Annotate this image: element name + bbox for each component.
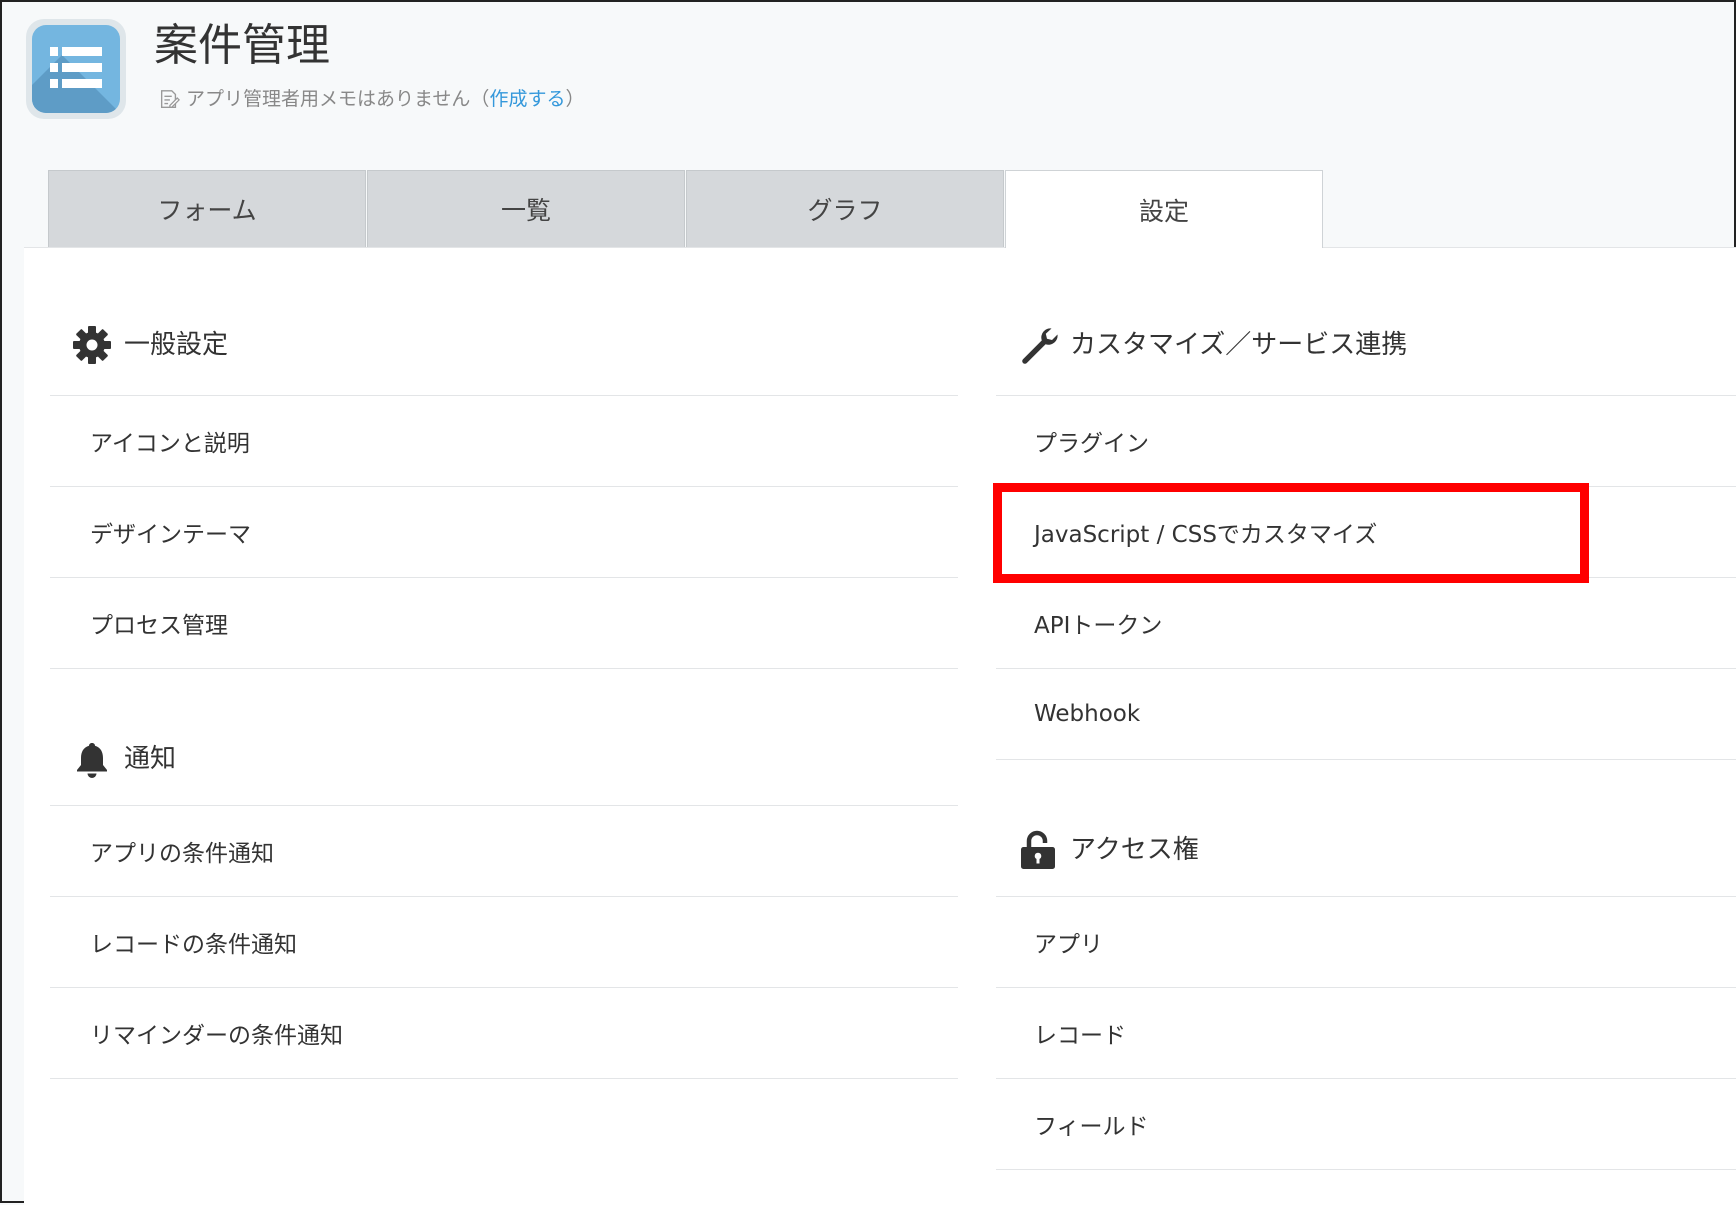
section-customize-integration: カスタマイズ／サービス連携 [996, 248, 1736, 396]
section-title: 一般設定 [124, 330, 229, 360]
settings-item-app-notifications[interactable]: アプリの条件通知 [50, 806, 958, 897]
settings-item-reminder-notifications[interactable]: リマインダーの条件通知 [50, 988, 958, 1079]
settings-item-access-field[interactable]: フィールド [996, 1079, 1736, 1170]
app-tabs: フォーム 一覧 グラフ 設定 [48, 170, 1324, 248]
memo-text: アプリ管理者用メモはありません（ [186, 88, 490, 110]
settings-item-record-notifications[interactable]: レコードの条件通知 [50, 897, 958, 988]
app-header: 案件管理 アプリ管理者用メモはありません（ 作成する ） [2, 2, 1734, 162]
edit-note-icon [160, 90, 180, 108]
settings-item-process-management[interactable]: プロセス管理 [50, 578, 958, 669]
section-general-settings: 一般設定 [50, 248, 958, 396]
tab-form[interactable]: フォーム [48, 170, 366, 247]
section-notifications: 通知 [50, 669, 958, 806]
section-title: 通知 [124, 744, 177, 774]
settings-item-icon-description[interactable]: アイコンと説明 [50, 396, 958, 487]
bell-icon [77, 743, 107, 778]
section-title: アクセス権 [1070, 835, 1199, 865]
settings-panel: 一般設定 アイコンと説明 デザインテーマ プロセス管理 通知 アプリの条件通知 … [24, 247, 1736, 1205]
settings-left-column: 一般設定 アイコンと説明 デザインテーマ プロセス管理 通知 アプリの条件通知 … [50, 248, 958, 1079]
settings-item-access-record[interactable]: レコード [996, 988, 1736, 1079]
create-memo-link[interactable]: 作成する [489, 84, 565, 114]
unlocked-padlock-icon [1021, 830, 1055, 869]
section-title: カスタマイズ／サービス連携 [1070, 330, 1408, 360]
settings-item-plugins[interactable]: プラグイン [996, 396, 1736, 487]
admin-memo: アプリ管理者用メモはありません（ 作成する ） [158, 84, 584, 114]
app-list-icon [26, 19, 126, 119]
app-title: 案件管理 [154, 20, 330, 71]
settings-item-webhook[interactable]: Webhook [996, 669, 1736, 760]
gear-icon [73, 326, 111, 364]
memo-close-paren: ） [565, 88, 585, 110]
tab-list[interactable]: 一覧 [367, 170, 685, 247]
settings-item-design-theme[interactable]: デザインテーマ [50, 487, 958, 578]
settings-item-access-app[interactable]: アプリ [996, 897, 1736, 988]
settings-item-api-token[interactable]: APIトークン [996, 578, 1736, 669]
section-access-rights: アクセス権 [996, 760, 1736, 897]
tab-graph[interactable]: グラフ [686, 170, 1004, 247]
tab-settings[interactable]: 設定 [1005, 170, 1323, 248]
settings-item-js-css-customize[interactable]: JavaScript / CSSでカスタマイズ [996, 487, 1736, 578]
wrench-icon [1022, 328, 1058, 364]
settings-right-column: カスタマイズ／サービス連携 プラグイン JavaScript / CSSでカスタ… [996, 248, 1736, 1170]
